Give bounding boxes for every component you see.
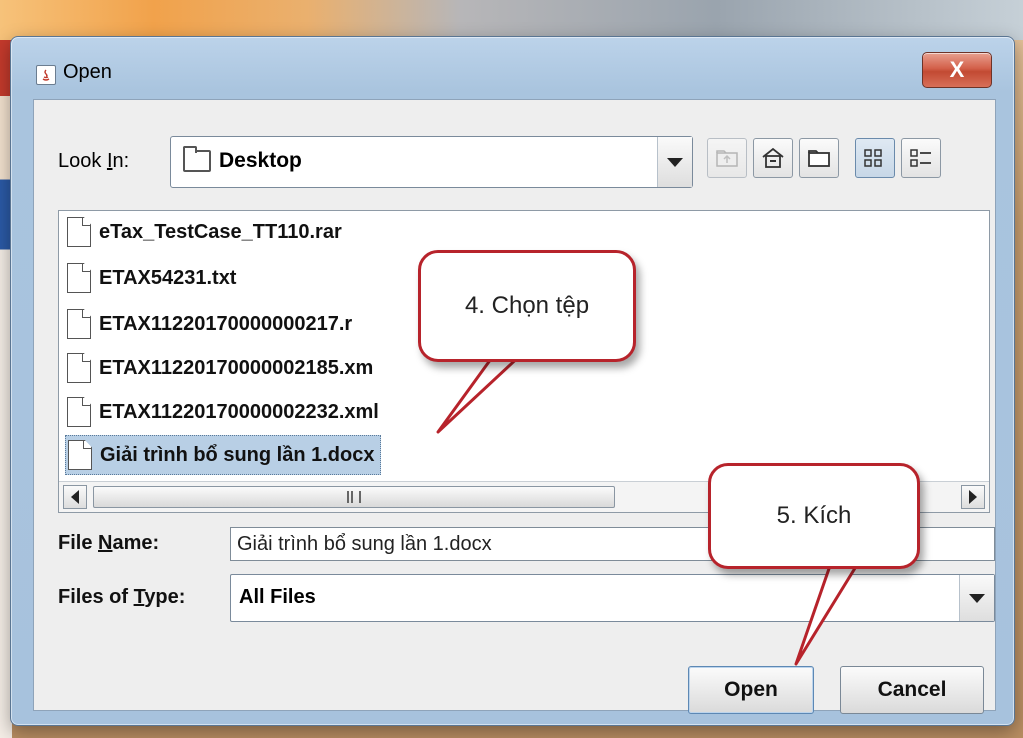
scroll-left-button[interactable] [63, 485, 87, 509]
close-icon: X [949, 57, 965, 82]
look-in-label: Look In: [58, 150, 130, 172]
folder-icon [183, 146, 211, 172]
file-type-label: Files of Type: [58, 586, 186, 608]
scroll-thumb[interactable] [93, 486, 615, 508]
file-type-dropdown[interactable]: All Files [230, 574, 995, 622]
close-button[interactable]: X [922, 52, 992, 88]
file-item-selected[interactable]: Giải trình bổ sung lần 1.docx [65, 435, 382, 475]
scroll-right-button[interactable] [961, 485, 985, 509]
file-icon [67, 217, 91, 247]
up-folder-button[interactable] [707, 138, 747, 178]
open-button[interactable]: Open [688, 666, 814, 714]
list-view-icon [864, 149, 882, 167]
file-icon [67, 309, 91, 339]
step-4-text: 4. Chọn tệp [464, 292, 590, 319]
details-view-icon [910, 149, 931, 167]
file-type-value: All Files [239, 586, 316, 608]
look-in-dropdown[interactable]: Desktop [170, 136, 693, 188]
chevron-down-icon [969, 593, 985, 603]
list-view-button[interactable] [855, 138, 895, 178]
java-app-icon [36, 65, 56, 85]
file-item[interactable]: ETAX11220170000000217.r [65, 305, 358, 343]
home-button[interactable] [753, 138, 793, 178]
file-icon [67, 353, 91, 383]
file-item[interactable]: ETAX11220170000002185.xm [65, 349, 379, 387]
file-item[interactable]: ETAX11220170000002232.xml [65, 393, 385, 431]
step-5-text: 5. Kích [776, 502, 852, 529]
title-bar: Open X [11, 37, 1014, 95]
background-banner [0, 0, 1023, 40]
step-5-callout: 5. Kích [708, 463, 920, 569]
step-4-callout: 4. Chọn tệp [418, 250, 636, 362]
file-item[interactable]: ETAX54231.txt [65, 259, 242, 297]
chevron-down-icon [667, 157, 683, 167]
file-item[interactable]: eTax_TestCase_TT110.rar [65, 213, 348, 251]
dialog-content: Look In: Desktop eTax_TestCase_TT110.rar… [33, 99, 996, 714]
open-dialog: Open X Look In: Desktop eTax_TestCase_TT… [10, 36, 1015, 726]
arrow-right-icon [969, 490, 977, 504]
file-name-label: File Name: [58, 532, 160, 554]
look-in-value: Desktop [219, 149, 302, 172]
dropdown-arrow-button[interactable] [657, 137, 692, 187]
file-type-arrow-button[interactable] [959, 575, 994, 621]
dialog-title: Open [63, 61, 112, 83]
home-icon [762, 147, 784, 168]
grip-icon [347, 491, 361, 503]
new-folder-button[interactable] [799, 138, 839, 178]
file-icon [67, 263, 91, 293]
file-icon [68, 440, 92, 470]
up-folder-icon [716, 150, 738, 167]
new-folder-icon [808, 150, 830, 167]
arrow-left-icon [71, 490, 79, 504]
file-icon [67, 397, 91, 427]
cancel-button[interactable]: Cancel [840, 666, 984, 714]
details-view-button[interactable] [901, 138, 941, 178]
